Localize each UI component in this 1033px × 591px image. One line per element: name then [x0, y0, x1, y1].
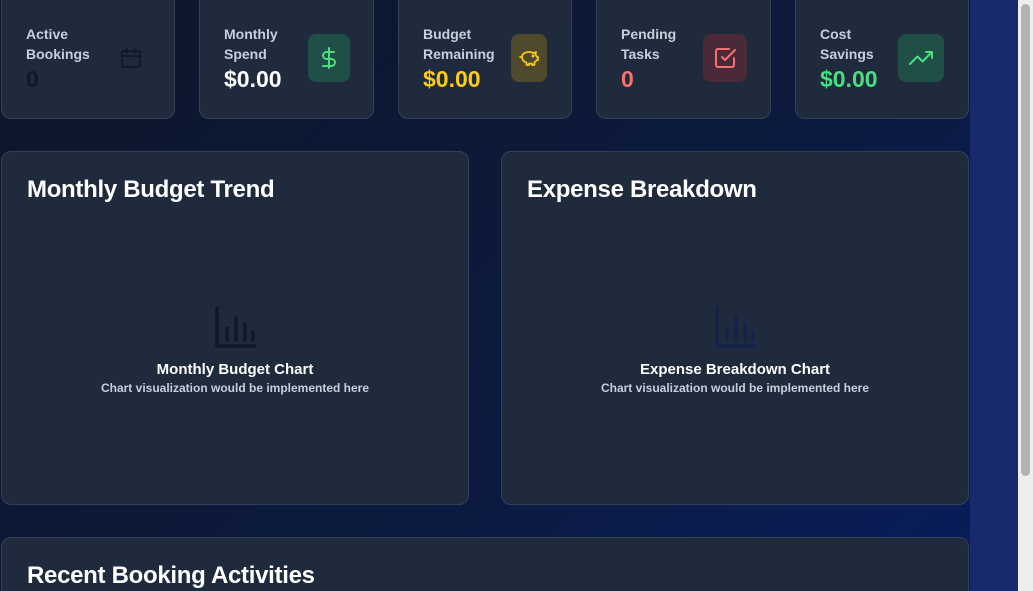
- stat-card-monthly-spend: Monthly Spend $0.00: [199, 0, 374, 119]
- bar-chart-icon: [715, 306, 757, 348]
- monthly-budget-placeholder-title: Monthly Budget Chart: [156, 361, 314, 378]
- stat-label: Cost Savings: [820, 26, 874, 62]
- bar-chart-icon: [215, 306, 257, 348]
- expense-breakdown-placeholder: Expense Breakdown Chart Chart visualizat…: [502, 306, 968, 396]
- trending-up-icon: [898, 34, 944, 82]
- stat-label: Monthly Spend: [224, 26, 278, 62]
- stat-label: Budget Remaining: [423, 26, 495, 62]
- monthly-budget-placeholder: Monthly Budget Chart Chart visualization…: [2, 306, 468, 396]
- stat-card-active-bookings: Active Bookings 0: [1, 0, 175, 119]
- calendar-icon: [110, 34, 152, 82]
- stat-value: $0.00: [423, 66, 481, 92]
- stat-card-budget-remaining: Budget Remaining $0.00: [398, 0, 572, 119]
- expense-breakdown-placeholder-subtitle: Chart visualization would be implemented…: [600, 381, 870, 395]
- stat-value: $0.00: [224, 66, 282, 92]
- stat-card-cost-savings: Cost Savings $0.00: [795, 0, 969, 119]
- dollar-icon: [308, 34, 350, 82]
- piggy-bank-icon: [511, 34, 547, 82]
- stat-card-pending-tasks: Pending Tasks 0: [596, 0, 771, 119]
- check-square-icon: [703, 34, 747, 82]
- stat-label: Pending Tasks: [621, 26, 677, 62]
- stat-value: 0: [26, 66, 39, 92]
- monthly-budget-placeholder-subtitle: Chart visualization would be implemented…: [100, 381, 370, 395]
- stat-value: $0.00: [820, 66, 878, 92]
- expense-breakdown-card: Expense Breakdown Expense Breakdown Char…: [501, 151, 969, 505]
- recent-bookings-card: Recent Booking Activities: [1, 537, 969, 591]
- expense-breakdown-title: Expense Breakdown: [527, 176, 757, 203]
- monthly-budget-card: Monthly Budget Trend Monthly Budget Char…: [1, 151, 469, 505]
- side-panel: [970, 0, 1018, 591]
- recent-bookings-title: Recent Booking Activities: [27, 562, 315, 589]
- expense-breakdown-placeholder-title: Expense Breakdown Chart: [639, 361, 831, 378]
- scrollbar-thumb[interactable]: [1021, 4, 1030, 476]
- monthly-budget-title: Monthly Budget Trend: [27, 176, 275, 203]
- stat-label: Active Bookings: [26, 26, 90, 62]
- stat-value: 0: [621, 66, 634, 92]
